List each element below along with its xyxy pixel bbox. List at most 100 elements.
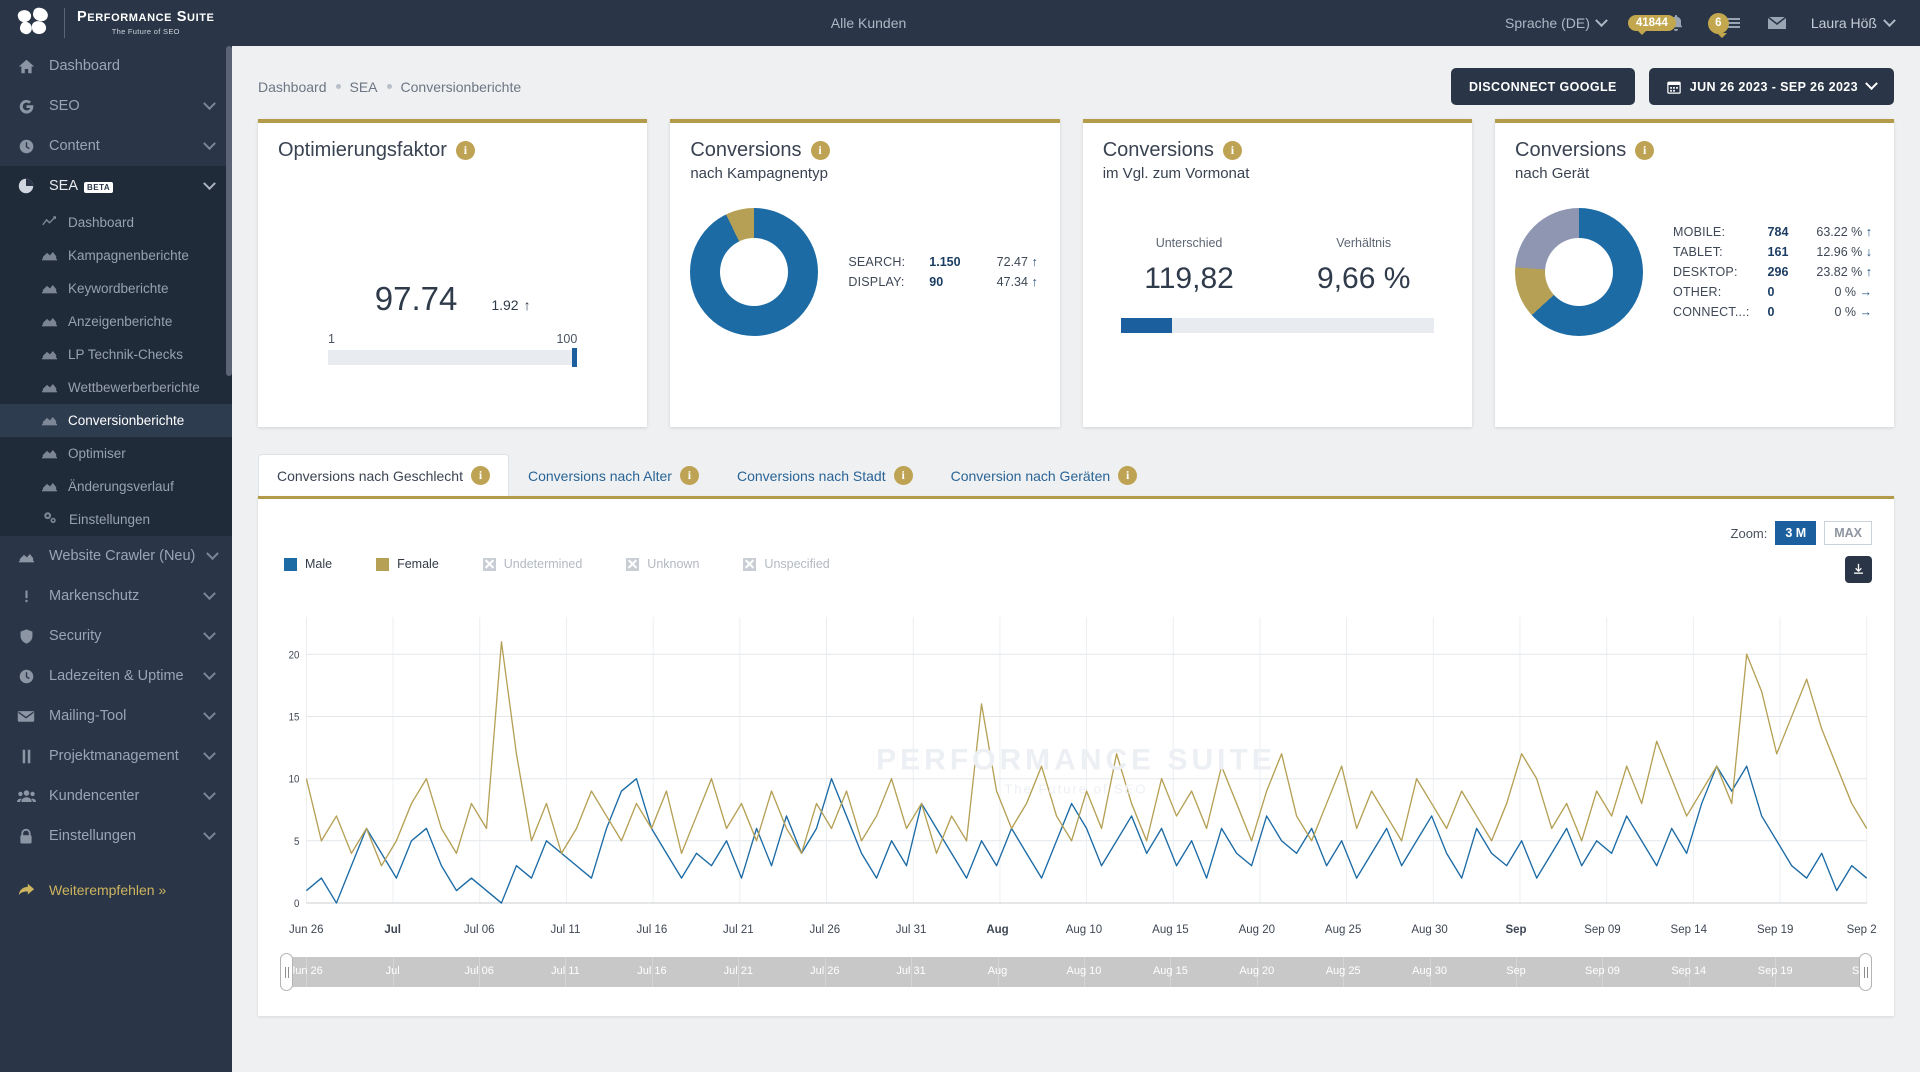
sidebar-item-projektmanagement[interactable]: Projektmanagement bbox=[0, 736, 232, 776]
info-icon[interactable]: i bbox=[1635, 141, 1655, 160]
sidebar-subitem-optimiser[interactable]: Optimiser bbox=[0, 437, 232, 470]
area-chart-icon bbox=[42, 446, 57, 462]
breadcrumb-dashboard[interactable]: Dashboard bbox=[258, 79, 327, 95]
info-icon[interactable]: i bbox=[1222, 141, 1242, 160]
zoom-max-button[interactable]: MAX bbox=[1824, 521, 1872, 545]
navigator-tick: Aug 25 bbox=[1325, 965, 1361, 977]
tab-2[interactable]: Conversions nach Stadt i bbox=[718, 454, 932, 496]
info-icon[interactable]: i bbox=[471, 466, 490, 485]
chart-legend-item-male[interactable]: Male bbox=[284, 557, 332, 571]
sidebar-item-mailing-tool[interactable]: Mailing-Tool bbox=[0, 696, 232, 736]
legend-value: 0 bbox=[1767, 305, 1775, 319]
tasks-count: 6 bbox=[1707, 12, 1729, 38]
sidebar-item-dashboard[interactable]: Dashboard bbox=[0, 46, 232, 86]
mail-icon[interactable] bbox=[1765, 11, 1789, 35]
area-chart-icon bbox=[42, 314, 57, 330]
zoom-3m-button[interactable]: 3 M bbox=[1775, 521, 1817, 545]
trend-icon: ↓ bbox=[1865, 245, 1872, 259]
sidebar-subitem-label: Kampagnenberichte bbox=[68, 248, 189, 263]
navigator-handle-left[interactable] bbox=[280, 953, 293, 991]
tab-1[interactable]: Conversions nach Alter i bbox=[509, 454, 718, 496]
sidebar-subitem-lp-technik-checks[interactable]: LP Technik-Checks bbox=[0, 338, 232, 371]
pie-chart-icon bbox=[16, 177, 36, 195]
chart-legend-item-unknown[interactable]: Unknown bbox=[626, 557, 699, 571]
tab-0[interactable]: Conversions nach Geschlecht i bbox=[258, 454, 509, 496]
navigator-tick: Jul bbox=[385, 965, 400, 977]
sidebar-subitem--nderungsverlauf[interactable]: Änderungsverlauf bbox=[0, 470, 232, 503]
sidebar-item-ladezeiten-uptime[interactable]: Ladezeiten & Uptime bbox=[0, 656, 232, 696]
chart-navigator[interactable]: Jun 26 Jul Jul 06 Jul 11 Jul 16 Jul 21 J… bbox=[280, 953, 1872, 991]
sidebar-subitem-conversionberichte[interactable]: Conversionberichte bbox=[0, 404, 232, 437]
chart-legend-item-female[interactable]: Female bbox=[376, 557, 439, 571]
sidebar-item-sea[interactable]: SEA BETA bbox=[0, 166, 232, 206]
sidebar-item-security[interactable]: Security bbox=[0, 616, 232, 656]
navigator-tick: Sep bbox=[1506, 965, 1526, 977]
info-icon[interactable]: i bbox=[893, 466, 913, 485]
legend-percent: 63.22 % ↑ bbox=[1816, 225, 1872, 239]
navigator-tick: Jun 26 bbox=[289, 965, 323, 977]
legend-table-kampagnentyp: SEARCH: 1.150 72.47 ↑ DISPLAY: 90 47.34 … bbox=[846, 251, 1039, 293]
sidebar-subitem-anzeigenberichte[interactable]: Anzeigenberichte bbox=[0, 305, 232, 338]
info-icon[interactable]: i bbox=[679, 466, 699, 485]
sidebar-subitem-kampagnenberichte[interactable]: Kampagnenberichte bbox=[0, 239, 232, 272]
user-menu[interactable]: Laura Höß bbox=[1811, 13, 1896, 31]
legend-value: 0 bbox=[1767, 285, 1775, 299]
legend-swatch-disabled bbox=[626, 557, 640, 571]
navigator-tick: Jul 16 bbox=[637, 965, 667, 977]
date-range-button[interactable]: JUN 26 2023 - SEP 26 2023 bbox=[1648, 68, 1894, 105]
sidebar-item-label: Einstellungen bbox=[49, 828, 137, 844]
sidebar-subitem-wettbewerberberichte[interactable]: Wettbewerberberichte bbox=[0, 371, 232, 404]
info-icon[interactable]: i bbox=[810, 141, 830, 160]
chart-legend-item-undetermined[interactable]: Undetermined bbox=[482, 557, 582, 571]
line-chart-svg: 0 5 10 15 20 bbox=[289, 617, 1868, 910]
top-bar: PERFORMANCE SUITE The Future of SEO Alle… bbox=[0, 0, 1920, 46]
info-icon[interactable]: i bbox=[455, 141, 475, 160]
sidebar-item-content[interactable]: Content bbox=[0, 126, 232, 166]
sidebar-subitem-keywordberichte[interactable]: Keywordberichte bbox=[0, 272, 232, 305]
tab-3[interactable]: Conversion nach Geräten i bbox=[932, 454, 1157, 496]
navigator-handle-right[interactable] bbox=[1859, 953, 1872, 991]
legend-row: TABLET: 161 12.96 % ↓ bbox=[1673, 243, 1872, 261]
chart-x-axis: Jun 26 Jul Jul 06 Jul 11 Jul 16 Jul 21 Jul 26 J… bbox=[280, 924, 1877, 944]
clock-icon bbox=[16, 138, 36, 155]
legend-value: 1.150 bbox=[929, 255, 961, 269]
legend-key: TABLET: bbox=[1673, 245, 1723, 259]
chart-legend-label: Female bbox=[397, 557, 439, 571]
tasks-button[interactable]: 6 bbox=[1707, 12, 1743, 38]
brand-divider bbox=[64, 8, 65, 38]
svg-text:20: 20 bbox=[289, 650, 300, 662]
sidebar-item-einstellungen[interactable]: Einstellungen bbox=[0, 816, 232, 856]
trend-icon: ↑ bbox=[1031, 275, 1038, 289]
chevron-down-icon bbox=[203, 136, 216, 150]
sidebar-item-markenschutz[interactable]: Markenschutz bbox=[0, 576, 232, 616]
area-chart-icon bbox=[42, 380, 57, 396]
sidebar-subitem-dashboard[interactable]: Dashboard bbox=[0, 206, 232, 239]
disconnect-google-button[interactable]: DISCONNECT GOOGLE bbox=[1451, 68, 1635, 105]
customer-selector[interactable]: Alle Kunden bbox=[232, 15, 1505, 31]
label-unterschied: Unterschied bbox=[1155, 236, 1223, 250]
sidebar-item-weiterempfehlen[interactable]: Weiterempfehlen » bbox=[0, 870, 232, 910]
breadcrumb-sea[interactable]: SEA bbox=[350, 79, 378, 95]
tab-label: Conversions nach Geschlecht bbox=[277, 467, 463, 484]
sidebar-item-website-crawler-neu-[interactable]: Website Crawler (Neu) bbox=[0, 536, 232, 576]
navigator-tick: Sep 19 bbox=[1757, 965, 1793, 977]
sidebar-item-seo[interactable]: SEO bbox=[0, 86, 232, 126]
sidebar-subitem-label: Conversionberichte bbox=[68, 413, 185, 428]
legend-row: DESKTOP: 296 23.82 % ↑ bbox=[1673, 263, 1872, 281]
beta-badge: BETA bbox=[84, 182, 114, 193]
area-chart-icon bbox=[42, 281, 57, 297]
download-button[interactable] bbox=[1845, 556, 1872, 583]
x-axis-tick: Jul 16 bbox=[636, 924, 668, 936]
delta-value: 1.92 bbox=[491, 297, 519, 313]
chart-plot-area[interactable]: PERFORMANCE SUITE The Future of SEO 0 5 10… bbox=[280, 609, 1872, 919]
notifications-button[interactable]: 41844 bbox=[1627, 13, 1686, 35]
brand-logo[interactable]: PERFORMANCE SUITE The Future of SEO bbox=[0, 6, 232, 38]
info-icon[interactable]: i bbox=[1118, 466, 1138, 485]
navigator-tick: Aug 15 bbox=[1152, 965, 1188, 977]
language-selector[interactable]: Sprache (DE) bbox=[1505, 13, 1608, 31]
sidebar-item-kundencenter[interactable]: Kundencenter bbox=[0, 776, 232, 816]
legend-row: MOBILE: 784 63.22 % ↑ bbox=[1673, 223, 1872, 241]
sidebar-subitem-einstellungen[interactable]: Einstellungen bbox=[0, 503, 232, 536]
chart-legend-item-unspecified[interactable]: Unspecified bbox=[743, 557, 830, 571]
navigator-tick: Sep 14 bbox=[1671, 965, 1707, 977]
